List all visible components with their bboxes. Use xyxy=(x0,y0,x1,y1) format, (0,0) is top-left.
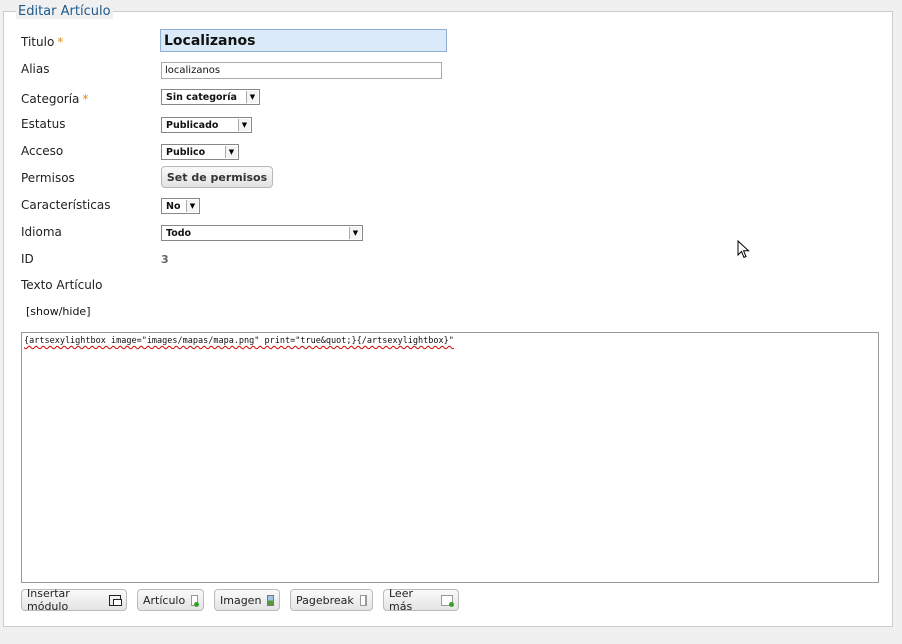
pagebreak-icon xyxy=(359,594,367,606)
chevron-down-icon: ▼ xyxy=(186,200,198,212)
chevron-down-icon: ▼ xyxy=(238,119,250,131)
insert-module-label: Insertar módulo xyxy=(27,587,70,613)
chevron-down-icon: ▼ xyxy=(225,146,237,158)
featured-select[interactable]: No ▼ xyxy=(161,198,200,214)
language-select-value: Todo xyxy=(166,227,192,239)
id-value: 3 xyxy=(161,253,169,266)
image-button[interactable]: Imagen xyxy=(214,589,280,611)
article-text-editor[interactable]: {artsexylightbox image="images/mapas/map… xyxy=(21,332,879,583)
module-icon xyxy=(109,594,122,606)
title-label: Titulo * xyxy=(21,35,63,49)
chevron-down-icon: ▼ xyxy=(349,227,361,239)
status-select-value: Publicado xyxy=(166,119,219,131)
readmore-icon xyxy=(441,594,454,607)
status-select[interactable]: Publicado ▼ xyxy=(161,117,252,133)
show-hide-toggle[interactable]: [show/hide] xyxy=(26,305,91,318)
alias-input-value: localizanos xyxy=(165,65,221,76)
required-mark: * xyxy=(57,35,64,49)
article-button-label: Artículo xyxy=(143,593,186,607)
category-label: Categoría * xyxy=(21,92,88,106)
category-select-value: Sin categoría xyxy=(166,91,237,103)
access-select[interactable]: Publico ▼ xyxy=(161,144,239,160)
insert-module-button[interactable]: Insertar módulo xyxy=(21,587,127,613)
article-button[interactable]: Artículo xyxy=(137,589,204,611)
pagebreak-button[interactable]: Pagebreak xyxy=(290,589,373,611)
permissions-label: Permisos xyxy=(21,171,75,185)
required-mark: * xyxy=(82,92,89,106)
featured-label: Características xyxy=(21,198,111,212)
editor-content: {artsexylightbox image="images/mapas/map… xyxy=(24,336,454,346)
alias-input[interactable]: localizanos xyxy=(161,62,442,79)
category-select[interactable]: Sin categoría ▼ xyxy=(161,89,260,105)
access-select-value: Publico xyxy=(166,146,206,158)
read-more-button[interactable]: Leer más xyxy=(383,587,459,613)
featured-select-value: No xyxy=(166,200,181,212)
mouse-cursor-icon xyxy=(737,240,750,259)
pagebreak-button-label: Pagebreak xyxy=(296,593,354,607)
id-label: ID xyxy=(21,252,34,266)
fieldset-legend: Editar Artículo xyxy=(16,4,113,19)
article-icon xyxy=(191,594,199,607)
chevron-down-icon: ▼ xyxy=(246,91,258,103)
read-more-button-label: Leer más xyxy=(389,587,413,613)
title-input[interactable]: Localizanos xyxy=(160,29,447,52)
image-icon xyxy=(267,594,274,606)
language-label: Idioma xyxy=(21,225,62,239)
category-label-text: Categoría xyxy=(21,92,80,106)
title-input-value: Localizanos xyxy=(164,32,256,49)
language-select[interactable]: Todo ▼ xyxy=(161,225,363,241)
alias-label: Alias xyxy=(21,62,50,76)
image-button-label: Imagen xyxy=(220,593,262,607)
title-label-text: Titulo xyxy=(21,35,55,49)
article-text-label: Texto Artículo xyxy=(21,278,103,292)
set-permissions-button[interactable]: Set de permisos xyxy=(161,166,273,188)
access-label: Acceso xyxy=(21,144,64,158)
status-label: Estatus xyxy=(21,117,66,131)
